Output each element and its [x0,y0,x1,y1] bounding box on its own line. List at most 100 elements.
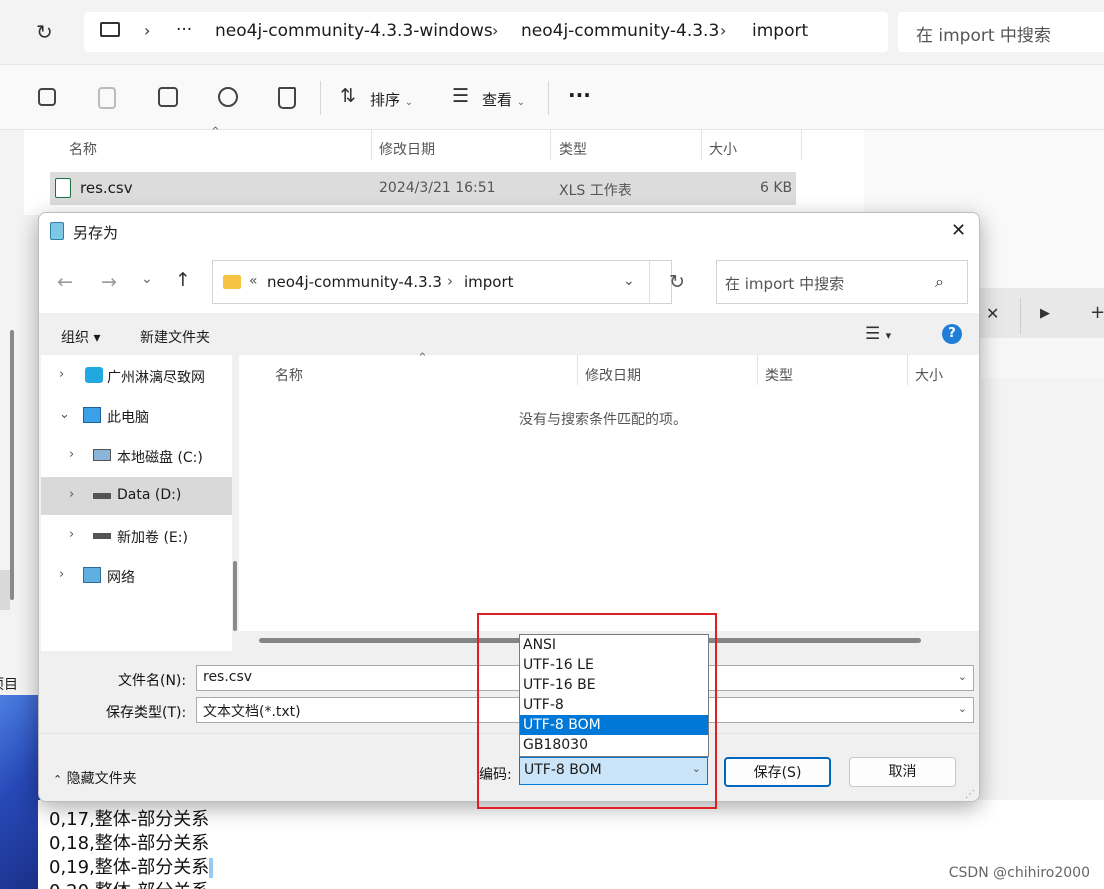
desktop-wallpaper [0,695,40,889]
table-row[interactable]: res.csv 2024/3/21 16:51 XLS 工作表 6 KB [50,172,796,205]
computer-icon [83,407,101,423]
folder-icon [223,275,241,289]
organize-button[interactable]: 组织 ▾ [61,327,100,347]
monitor-icon [100,22,120,37]
dialog-address-bar[interactable]: « neo4j-community-4.3.3 › import ⌄ [212,260,672,304]
dialog-titlebar[interactable]: 另存为 ✕ [39,213,979,249]
toolbar-divider [320,81,321,115]
back-arrow-icon[interactable]: ← [57,271,73,293]
annotation-highlight-box [477,613,717,809]
breadcrumb-item[interactable]: import [752,21,808,41]
explorer-search-input[interactable]: 在 import 中搜索 [898,12,1104,52]
sort-indicator-icon: ⌃ [417,351,428,366]
watermark: CSDN @chihiro2000 [948,865,1090,881]
more-options-button[interactable]: ··· [568,83,591,107]
column-header-modified[interactable]: 修改日期 [585,365,641,385]
tree-item-label: 网络 [107,570,135,586]
chevron-down-icon[interactable]: ⌄ [958,670,967,683]
empty-message: 没有与搜索条件匹配的项。 [519,412,687,428]
up-arrow-icon[interactable]: ↑ [175,269,191,291]
system-drive-icon [93,449,111,461]
dialog-title: 另存为 [73,224,119,242]
chevron-right-icon[interactable]: › [59,367,64,382]
filename-value: res.csv [203,669,253,685]
search-icon[interactable]: ⌕ [935,272,944,292]
save-button[interactable]: 保存(S) [724,757,831,787]
tree-scrollbar[interactable] [232,355,238,651]
column-divider [550,130,551,160]
sort-button[interactable]: 排序 ⌄ [370,89,413,110]
rename-icon[interactable] [158,87,178,107]
scrollbar-thumb[interactable] [233,561,237,631]
tree-item-this-pc[interactable]: ⌄ 此电脑 [41,397,232,435]
chevron-down-icon: ⌄ [404,97,414,108]
chevron-right-icon[interactable]: › [69,527,74,542]
chevron-right-icon[interactable]: › [59,567,64,582]
share-icon[interactable] [218,87,238,107]
breadcrumb-separator: › [720,21,727,40]
tree-item-network[interactable]: › 网络 [41,557,232,595]
cloud-drive-icon [85,367,103,383]
new-tab-icon[interactable]: + [1090,302,1104,323]
selected-nav-fragment [0,570,10,610]
help-icon[interactable]: ? [942,324,962,344]
sort-icon[interactable]: ⇅ [340,85,356,107]
spreadsheet-file-icon [55,178,71,198]
explorer-address-bar[interactable]: › ··· neo4j-community-4.3.3-windows › ne… [84,12,888,52]
breadcrumb-item[interactable]: neo4j-community-4.3.3 [521,21,719,41]
tree-item-network-share[interactable]: › 广州淋漓尽致网 [41,357,232,395]
chevron-down-icon[interactable]: ⌄ [958,702,967,715]
column-header-modified[interactable]: 修改日期 [379,139,435,159]
column-header-size[interactable]: 大小 [709,139,737,159]
chevron-right-icon[interactable]: › [69,487,74,502]
recent-locations-icon[interactable]: ⌄ [141,271,153,287]
tree-item-label: 此电脑 [107,410,149,426]
column-header-type[interactable]: 类型 [765,365,793,385]
filename-label: 文件名(N): [118,673,187,689]
column-divider [701,130,702,160]
sort-indicator-icon: ⌃ [210,125,221,140]
filetype-value: 文本文档(*.txt) [203,704,301,720]
copy-icon[interactable] [38,88,56,106]
file-modified: 2024/3/21 16:51 [379,180,496,196]
close-icon[interactable]: ✕ [951,220,966,241]
chevron-down-icon[interactable]: ⌄ [623,273,635,289]
view-icon[interactable]: ☰ [452,85,469,107]
dialog-search-input[interactable]: 在 import 中搜索 ⌕ [716,260,968,304]
tree-item-drive-e[interactable]: › 新加卷 (E:) [41,517,232,555]
resize-grip-icon[interactable]: ⋰ [965,789,975,800]
explorer-toolbar: ⇅ 排序 ⌄ ☰ 查看 ⌄ ··· [0,64,1104,130]
chevron-down-icon[interactable]: ⌄ [59,407,70,422]
column-header-size[interactable]: 大小 [915,365,943,385]
column-header-name[interactable]: 名称 [275,365,303,385]
view-button[interactable]: 查看 ⌄ [482,89,525,110]
nav-scrollbar[interactable] [10,330,14,600]
paste-icon[interactable] [98,87,116,109]
close-tab-icon[interactable]: ✕ [986,304,999,323]
refresh-icon[interactable]: ↻ [36,20,53,44]
hide-folders-toggle[interactable]: ⌃ 隐藏文件夹 [53,768,137,788]
column-header-type[interactable]: 类型 [559,139,587,159]
toolbar-divider [548,81,549,115]
breadcrumb-item[interactable]: import [464,273,514,291]
breadcrumb-item[interactable]: neo4j-community-4.3.3 [267,273,442,291]
new-folder-button[interactable]: 新建文件夹 [140,327,210,347]
forward-arrow-icon[interactable]: → [101,271,117,293]
breadcrumb-item[interactable]: neo4j-community-4.3.3-windows [215,21,493,41]
chevron-right-icon[interactable]: › [69,447,74,462]
drive-icon [93,533,111,539]
dialog-command-bar: 组织 ▾ 新建文件夹 ☰ ▾ ? [39,315,979,355]
drive-icon [93,493,111,499]
text-document[interactable]: 0,17,整体-部分关系 0,18,整体-部分关系 0,19,整体-部分关系 0… [38,800,1104,889]
tree-item-label: 广州淋漓尽致网 [107,370,205,386]
play-icon[interactable]: ▶ [1040,306,1050,321]
tree-item-drive-d[interactable]: › Data (D:) [41,477,232,515]
refresh-icon[interactable]: ↻ [669,271,685,293]
delete-icon[interactable] [278,87,296,109]
cancel-button[interactable]: 取消 [849,757,956,787]
view-options-icon[interactable]: ☰ ▾ [865,324,891,344]
breadcrumb-ellipsis[interactable]: ··· [176,20,192,40]
tree-item-drive-c[interactable]: › 本地磁盘 (C:) [41,437,232,475]
column-header-name[interactable]: 名称 [69,139,97,159]
breadcrumb-overflow[interactable]: « [249,273,258,289]
